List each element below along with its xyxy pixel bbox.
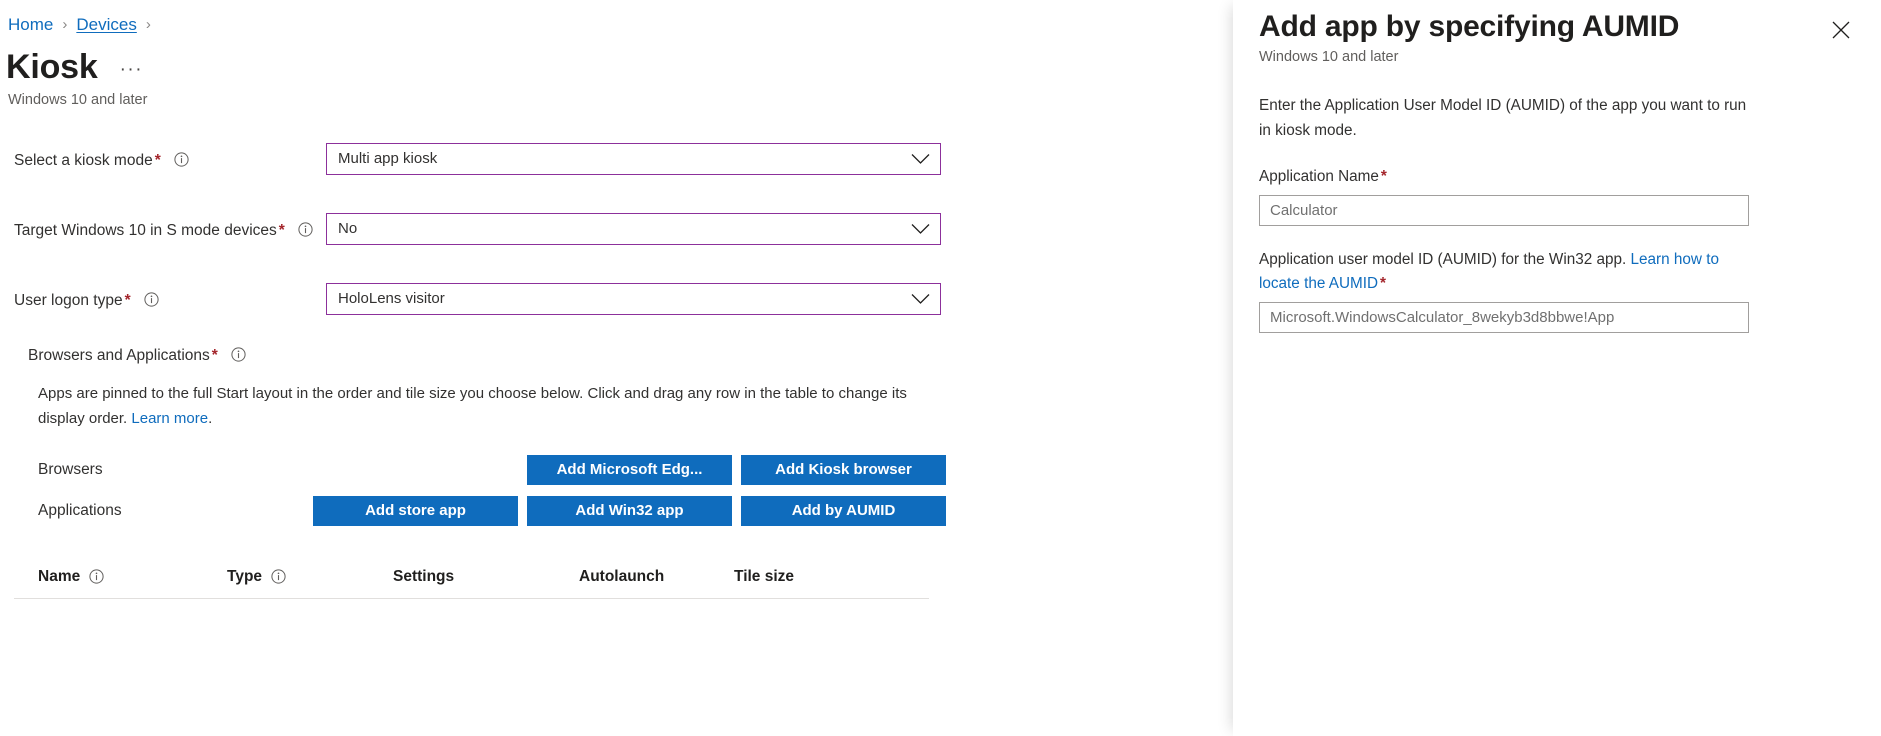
add-kiosk-browser-button[interactable]: Add Kiosk browser: [741, 455, 946, 485]
add-store-app-button[interactable]: Add store app: [313, 496, 518, 526]
chevron-down-icon: [911, 293, 930, 305]
blade-body: Enter the Application User Model ID (AUM…: [1259, 93, 1853, 333]
column-header-name: Name: [38, 568, 227, 586]
field-application-name: Application Name*: [1259, 165, 1853, 226]
page-subtitle: Windows 10 and later: [0, 91, 1233, 109]
close-icon[interactable]: [1825, 14, 1857, 46]
column-header-name-text: Name: [38, 568, 80, 586]
s-mode-dropdown[interactable]: No: [326, 213, 941, 245]
form-row-kiosk-mode: Select a kiosk mode* Multi app kiosk: [14, 143, 1233, 175]
browsers-row-label: Browsers: [38, 461, 313, 479]
logon-type-label-text: User logon type: [14, 292, 123, 309]
breadcrumb-item-home[interactable]: Home: [8, 15, 53, 35]
info-icon[interactable]: [174, 152, 189, 167]
info-icon[interactable]: [89, 569, 104, 584]
browsers-applications-label-text: Browsers and Applications: [28, 347, 210, 364]
aumid-input[interactable]: [1259, 302, 1749, 333]
add-win32-app-button[interactable]: Add Win32 app: [527, 496, 732, 526]
form-row-s-mode: Target Windows 10 in S mode devices* No: [14, 213, 1233, 245]
apps-table-header: Name Type Settings Autolaunch Tile size: [14, 555, 929, 599]
browsers-applications-label: Browsers and Applications*: [14, 345, 1233, 367]
info-icon[interactable]: [144, 292, 159, 307]
page-title-row: Kiosk ···: [0, 46, 1233, 86]
chevron-down-icon: [911, 223, 930, 235]
required-asterisk: *: [125, 292, 131, 309]
browsers-applications-description: Apps are pinned to the full Start layout…: [14, 381, 938, 431]
application-name-label: Application Name*: [1259, 165, 1759, 189]
kiosk-mode-label: Select a kiosk mode*: [14, 143, 326, 171]
kiosk-form: Select a kiosk mode* Multi app kiosk Tar…: [0, 143, 1233, 599]
logon-type-dropdown[interactable]: HoloLens visitor: [326, 283, 941, 315]
blade-description: Enter the Application User Model ID (AUM…: [1259, 93, 1759, 143]
breadcrumb-item-devices[interactable]: Devices: [76, 15, 136, 35]
add-app-aumid-blade: Add app by specifying AUMID Windows 10 a…: [1233, 0, 1881, 736]
column-header-type: Type: [227, 568, 393, 586]
breadcrumb: Home › Devices ›: [0, 12, 1233, 38]
info-icon[interactable]: [231, 347, 246, 362]
add-app-buttons: Browsers Add Microsoft Edg... Add Kiosk …: [14, 449, 1233, 531]
blade-header: Add app by specifying AUMID Windows 10 a…: [1259, 0, 1853, 66]
application-name-label-text: Application Name: [1259, 168, 1379, 185]
add-microsoft-edge-button[interactable]: Add Microsoft Edg...: [527, 455, 732, 485]
kiosk-configuration-page: Home › Devices › Kiosk ··· Windows 10 an…: [0, 0, 1881, 736]
info-icon[interactable]: [298, 222, 313, 237]
learn-more-link[interactable]: Learn more: [131, 410, 208, 427]
browsers-button-row: Browsers Add Microsoft Edg... Add Kiosk …: [38, 449, 1233, 490]
column-header-type-text: Type: [227, 568, 262, 586]
applications-button-row: Applications Add store app Add Win32 app…: [38, 490, 1233, 531]
required-asterisk: *: [1380, 275, 1386, 292]
kiosk-mode-label-text: Select a kiosk mode: [14, 152, 153, 169]
blade-title: Add app by specifying AUMID: [1259, 8, 1679, 46]
column-header-settings: Settings: [393, 568, 579, 586]
description-period: .: [208, 410, 212, 427]
kiosk-mode-value: Multi app kiosk: [338, 149, 437, 169]
blade-subtitle: Windows 10 and later: [1259, 48, 1679, 66]
field-aumid: Application user model ID (AUMID) for th…: [1259, 248, 1853, 333]
more-options-button[interactable]: ···: [120, 60, 143, 86]
required-asterisk: *: [212, 347, 218, 364]
logon-type-value: HoloLens visitor: [338, 289, 445, 309]
column-header-tile-size: Tile size: [734, 568, 874, 586]
aumid-label-text: Application user model ID (AUMID) for th…: [1259, 251, 1631, 268]
blade-title-group: Add app by specifying AUMID Windows 10 a…: [1259, 8, 1679, 66]
application-name-input[interactable]: [1259, 195, 1749, 226]
breadcrumb-separator-icon: ›: [146, 16, 151, 34]
info-icon[interactable]: [271, 569, 286, 584]
chevron-down-icon: [911, 153, 930, 165]
form-row-logon-type: User logon type* HoloLens visitor: [14, 283, 1233, 315]
logon-type-label: User logon type*: [14, 283, 326, 311]
page-title: Kiosk: [6, 48, 98, 86]
aumid-label: Application user model ID (AUMID) for th…: [1259, 248, 1759, 296]
s-mode-label: Target Windows 10 in S mode devices*: [14, 213, 326, 241]
add-by-aumid-button[interactable]: Add by AUMID: [741, 496, 946, 526]
breadcrumb-separator-icon: ›: [62, 16, 67, 34]
main-content-pane: Home › Devices › Kiosk ··· Windows 10 an…: [0, 0, 1233, 736]
required-asterisk: *: [1381, 168, 1387, 185]
required-asterisk: *: [279, 222, 285, 239]
column-header-autolaunch: Autolaunch: [579, 568, 734, 586]
s-mode-value: No: [338, 219, 357, 239]
kiosk-mode-dropdown[interactable]: Multi app kiosk: [326, 143, 941, 175]
s-mode-label-text: Target Windows 10 in S mode devices: [14, 222, 277, 239]
applications-row-label: Applications: [38, 502, 313, 520]
required-asterisk: *: [155, 152, 161, 169]
